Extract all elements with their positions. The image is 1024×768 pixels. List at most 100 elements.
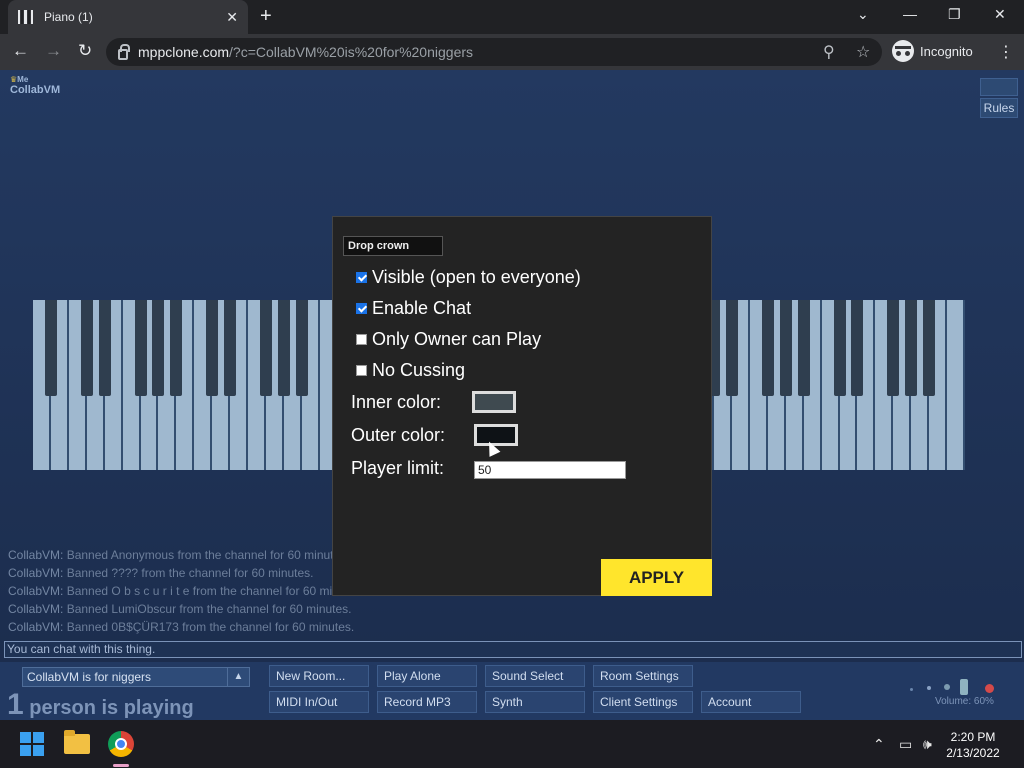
browser-menu-icon[interactable]: ⋮ xyxy=(998,42,1014,62)
black-key[interactable] xyxy=(260,300,272,396)
black-key[interactable] xyxy=(134,300,147,396)
minimize-icon[interactable]: — xyxy=(903,6,917,22)
chat-author: CollabVM: xyxy=(8,620,64,634)
speaker-icon[interactable]: 🕪 xyxy=(923,736,932,753)
black-key[interactable] xyxy=(851,300,864,396)
address-bar[interactable]: mppclone.com/?c=CollabVM%20is%20for%20ni… xyxy=(106,38,882,66)
white-key[interactable] xyxy=(947,300,965,470)
black-key[interactable] xyxy=(761,300,774,396)
chat-text: Banned LumiObscur from the channel for 6… xyxy=(63,602,352,616)
clock-time: 2:20 PM xyxy=(950,730,996,744)
reload-icon[interactable]: ↻ xyxy=(78,41,92,61)
black-key[interactable] xyxy=(80,300,93,396)
synth-button[interactable]: Synth xyxy=(485,691,585,713)
tab-piano[interactable]: Piano (1) ✕ xyxy=(8,0,248,34)
player-limit-label: Player limit: xyxy=(351,458,445,478)
room-select[interactable]: CollabVM is for niggers ▲ xyxy=(22,667,250,687)
file-explorer-icon[interactable] xyxy=(64,730,90,754)
chevron-up-icon[interactable]: ⌃ xyxy=(873,736,885,753)
chat-text: Banned 0B$ÇÜR173 from the channel for 60… xyxy=(63,620,355,634)
player-limit-input[interactable]: 50 xyxy=(474,461,626,479)
enable-chat-label: Enable Chat xyxy=(372,298,472,318)
owner-only-checkbox[interactable] xyxy=(356,334,367,345)
chat-author: CollabVM: xyxy=(8,584,64,598)
zoom-icon[interactable]: ⚲ xyxy=(823,42,835,62)
enable-chat-checkbox[interactable] xyxy=(356,303,367,314)
chat-message: CollabVM: Banned 0B$ÇÜR173 from the chan… xyxy=(8,618,365,636)
close-window-icon[interactable]: ✕ xyxy=(994,6,1006,23)
chat-author: CollabVM: xyxy=(8,602,64,616)
black-key[interactable] xyxy=(44,300,57,396)
logo-text: CollabVM xyxy=(10,84,61,96)
black-key[interactable] xyxy=(887,300,900,396)
black-key[interactable] xyxy=(277,300,290,396)
black-key[interactable] xyxy=(779,300,792,396)
room-settings-modal: Drop crown Visible (open to everyone) En… xyxy=(332,216,712,596)
owner-only-label: Only Owner can Play xyxy=(372,329,542,349)
chat-author: CollabVM: xyxy=(8,566,64,580)
bookmark-star-icon[interactable]: ☆ xyxy=(856,42,870,62)
play-alone-button[interactable]: Play Alone xyxy=(377,665,477,687)
player-count: 1 person is playing xyxy=(7,690,194,720)
room-settings-button[interactable]: Room Settings xyxy=(593,665,693,687)
option-visible[interactable]: Visible (open to everyone) xyxy=(356,267,581,288)
rules-toggle[interactable] xyxy=(980,78,1018,96)
windows-start-icon[interactable] xyxy=(20,732,44,756)
visible-checkbox[interactable] xyxy=(356,272,367,283)
tab-close-icon[interactable]: ✕ xyxy=(226,9,238,26)
display-icon[interactable]: ▭ xyxy=(899,736,912,753)
chrome-icon[interactable] xyxy=(108,731,134,757)
account-button[interactable]: Account xyxy=(701,691,801,713)
restore-icon[interactable]: ❐ xyxy=(948,6,961,23)
piano-favicon-icon xyxy=(18,10,34,24)
volume-dot xyxy=(927,686,931,690)
volume-knob[interactable] xyxy=(960,679,968,695)
forward-icon[interactable]: → xyxy=(45,41,62,61)
drop-crown-button[interactable]: Drop crown xyxy=(343,236,443,256)
system-clock[interactable]: 2:20 PM 2/13/2022 xyxy=(940,729,1006,761)
collabvm-logo: ♛Me CollabVM xyxy=(10,74,61,96)
chat-log: CollabVM: Banned Anonymous from the chan… xyxy=(8,546,365,636)
black-key[interactable] xyxy=(923,300,936,396)
player-count-text: person is playing xyxy=(23,697,194,719)
apply-button[interactable]: APPLY xyxy=(601,559,712,596)
back-icon[interactable]: ← xyxy=(12,41,29,61)
volume-slider[interactable]: Volume: 60% xyxy=(910,674,1010,710)
room-name: CollabVM is for niggers xyxy=(27,670,152,684)
sound-select-button[interactable]: Sound Select xyxy=(485,665,585,687)
new-tab-button[interactable]: + xyxy=(260,6,272,26)
black-key[interactable] xyxy=(295,300,308,396)
black-key[interactable] xyxy=(152,300,165,396)
volume-dot xyxy=(944,684,950,690)
record-mp3-button[interactable]: Record MP3 xyxy=(377,691,477,713)
chat-input[interactable]: You can chat with this thing. xyxy=(4,641,1022,658)
black-key[interactable] xyxy=(98,300,111,396)
midi-button[interactable]: MIDI In/Out xyxy=(269,691,369,713)
black-key[interactable] xyxy=(726,300,738,396)
black-key[interactable] xyxy=(905,300,918,396)
tab-search-icon[interactable]: ⌄ xyxy=(857,6,869,23)
black-key[interactable] xyxy=(224,300,237,396)
chat-message: CollabVM: Banned ???? from the channel f… xyxy=(8,564,365,582)
no-cussing-checkbox[interactable] xyxy=(356,365,367,376)
option-owner-only[interactable]: Only Owner can Play xyxy=(356,329,541,350)
incognito-badge[interactable]: Incognito xyxy=(892,40,973,62)
url-path: /?c=CollabVM%20is%20for%20niggers xyxy=(229,44,474,60)
black-key[interactable] xyxy=(797,300,810,396)
rules-button[interactable]: Rules xyxy=(980,98,1018,118)
black-key[interactable] xyxy=(833,300,846,396)
active-app-indicator xyxy=(113,764,129,767)
room-select-arrow-icon[interactable]: ▲ xyxy=(227,668,249,686)
chat-message: CollabVM: Banned Anonymous from the chan… xyxy=(8,546,365,564)
visible-label: Visible (open to everyone) xyxy=(372,267,581,287)
black-key[interactable] xyxy=(206,300,219,396)
option-enable-chat[interactable]: Enable Chat xyxy=(356,298,471,319)
inner-color-picker[interactable] xyxy=(472,391,516,413)
volume-label: Volume: 60% xyxy=(935,696,994,707)
option-no-cussing[interactable]: No Cussing xyxy=(356,360,465,381)
black-key[interactable] xyxy=(170,300,183,396)
client-settings-button[interactable]: Client Settings xyxy=(593,691,693,713)
volume-dot xyxy=(910,688,913,691)
outer-color-label: Outer color: xyxy=(351,425,446,445)
new-room-button[interactable]: New Room... xyxy=(269,665,369,687)
